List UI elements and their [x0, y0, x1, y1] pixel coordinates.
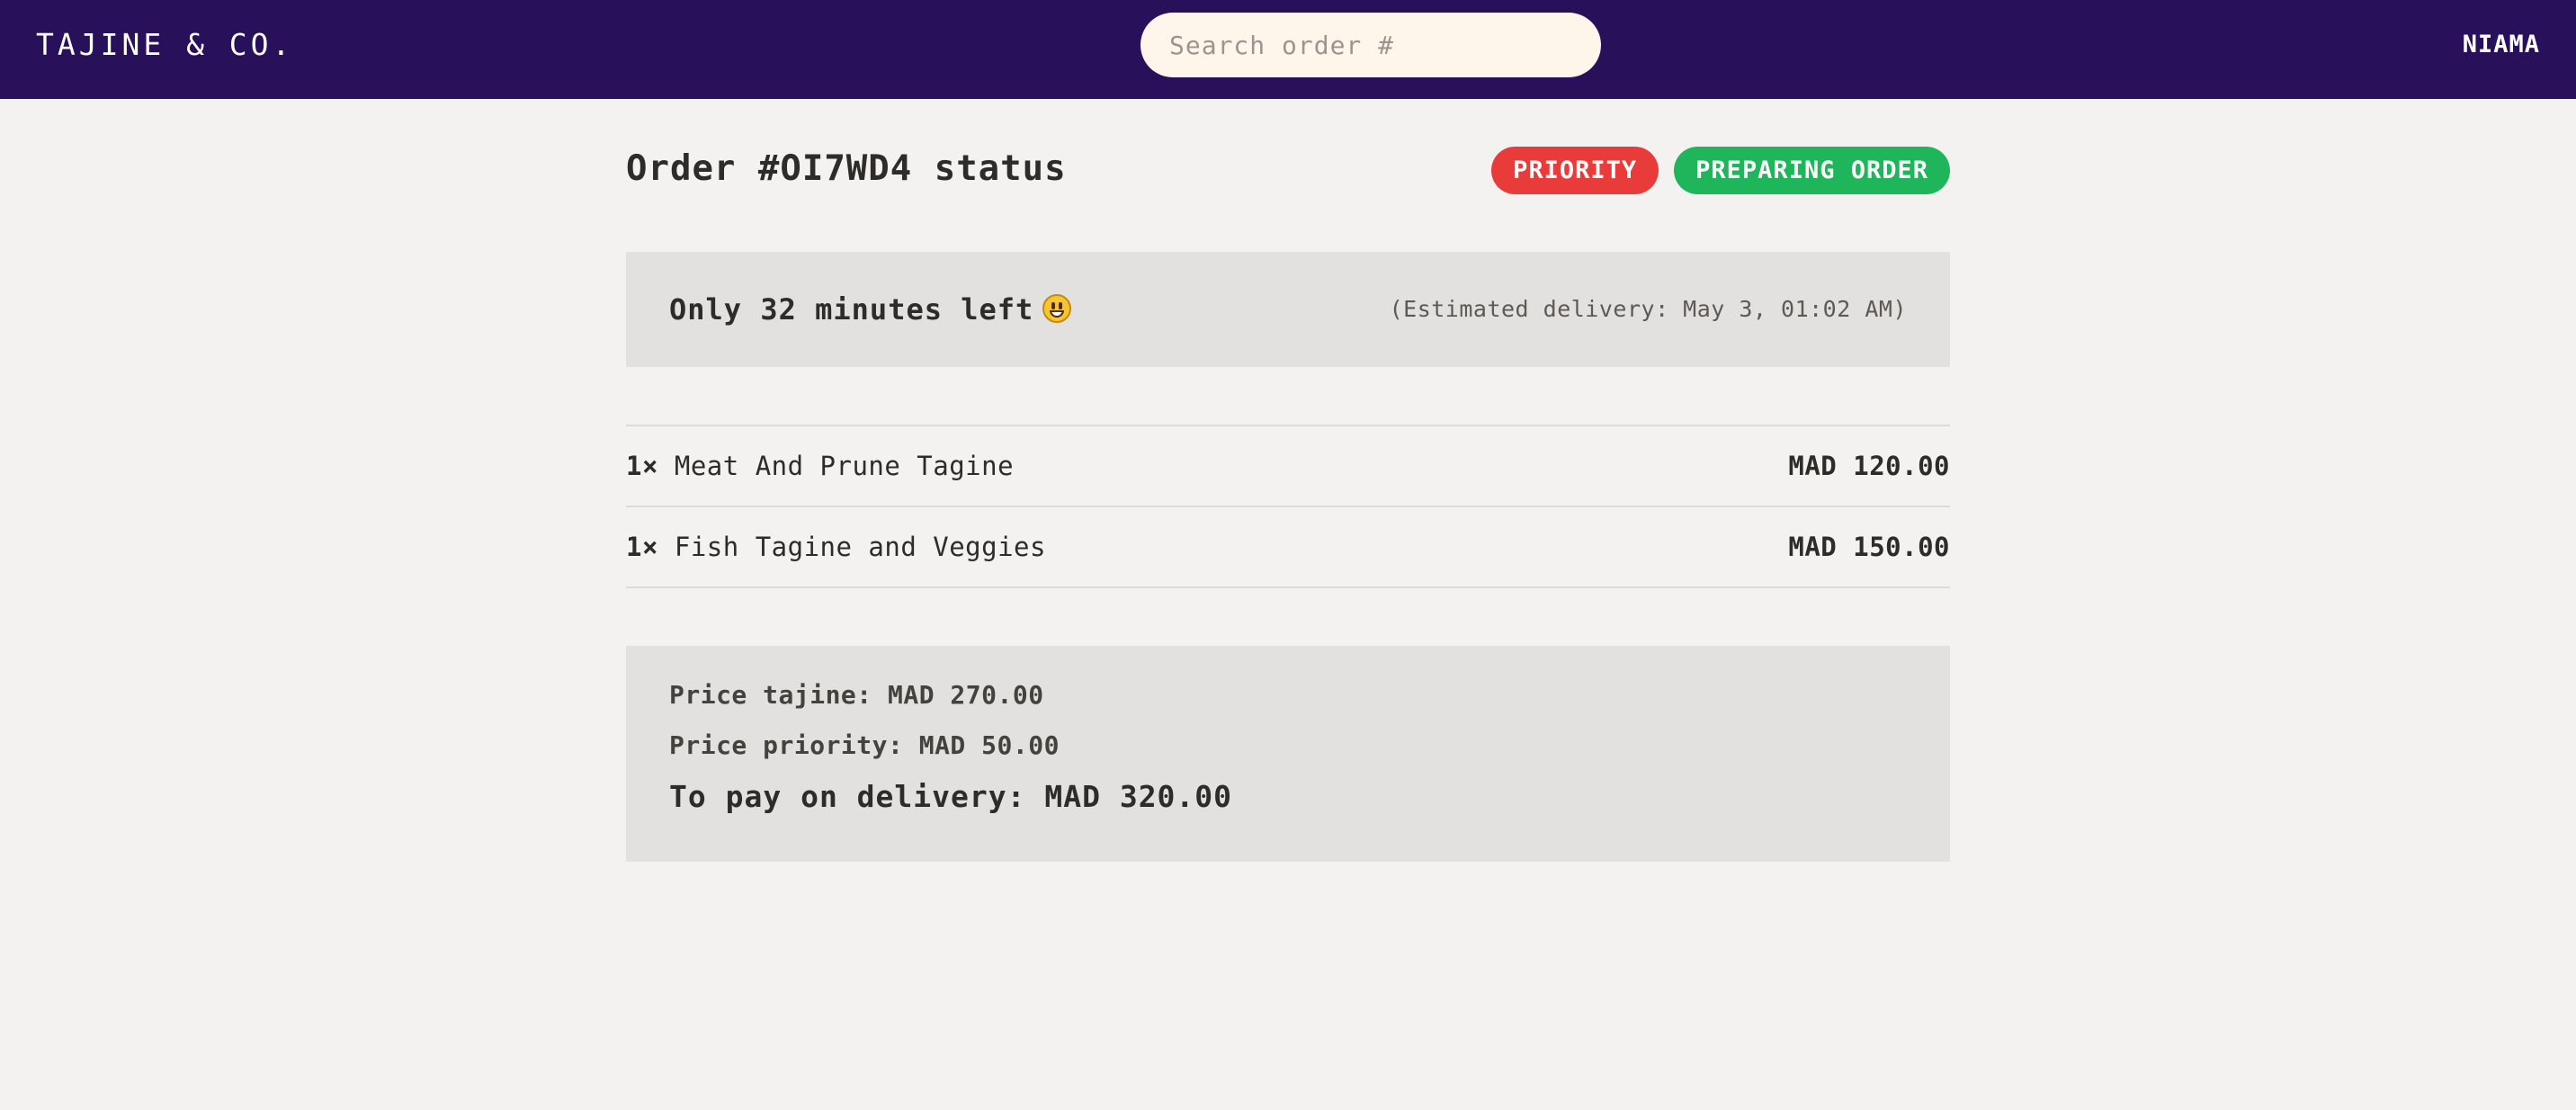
delivery-time-panel: Only 32 minutes left (Estimated delivery…	[626, 252, 1950, 367]
top-bar: TAJINE & CO. NIAMA	[0, 0, 2576, 99]
search-order-input[interactable]	[1140, 13, 1601, 77]
order-items-list: 1× Meat And Prune Tagine MAD 120.00 1× F…	[626, 425, 1950, 588]
item-quantity: 1×	[626, 532, 658, 562]
price-summary-panel: Price tajine: MAD 270.00 Price priority:…	[626, 646, 1950, 862]
time-left-text: Only 32 minutes left	[669, 252, 1072, 367]
status-badges: PRIORITY PREPARING ORDER	[1491, 147, 1950, 194]
item-name: Meat And Prune Tagine	[674, 451, 1015, 481]
item-quantity: 1×	[626, 451, 658, 481]
item-name: Fish Tagine and Veggies	[674, 532, 1046, 562]
priority-badge: PRIORITY	[1491, 147, 1659, 194]
item-price: MAD 120.00	[1788, 451, 1950, 481]
page-title: Order #OI7WD4 status	[626, 148, 1067, 189]
total-to-pay: To pay on delivery: MAD 320.00	[669, 779, 1233, 814]
username: NIAMA	[2462, 31, 2540, 58]
list-item: 1× Meat And Prune Tagine MAD 120.00	[626, 426, 1950, 507]
list-item: 1× Fish Tagine and Veggies MAD 150.00	[626, 507, 1950, 588]
price-tajine: Price tajine: MAD 270.00	[669, 680, 1044, 710]
brand-logo-link[interactable]: TAJINE & CO.	[36, 0, 293, 90]
price-priority: Price priority: MAD 50.00	[669, 730, 1060, 760]
status-badge: PREPARING ORDER	[1674, 147, 1950, 194]
time-left-label: Only 32 minutes left	[669, 292, 1034, 327]
item-price: MAD 150.00	[1788, 532, 1950, 562]
estimated-delivery: (Estimated delivery: May 3, 01:02 AM)	[1389, 296, 1907, 322]
smiling-face-icon	[1042, 294, 1072, 323]
